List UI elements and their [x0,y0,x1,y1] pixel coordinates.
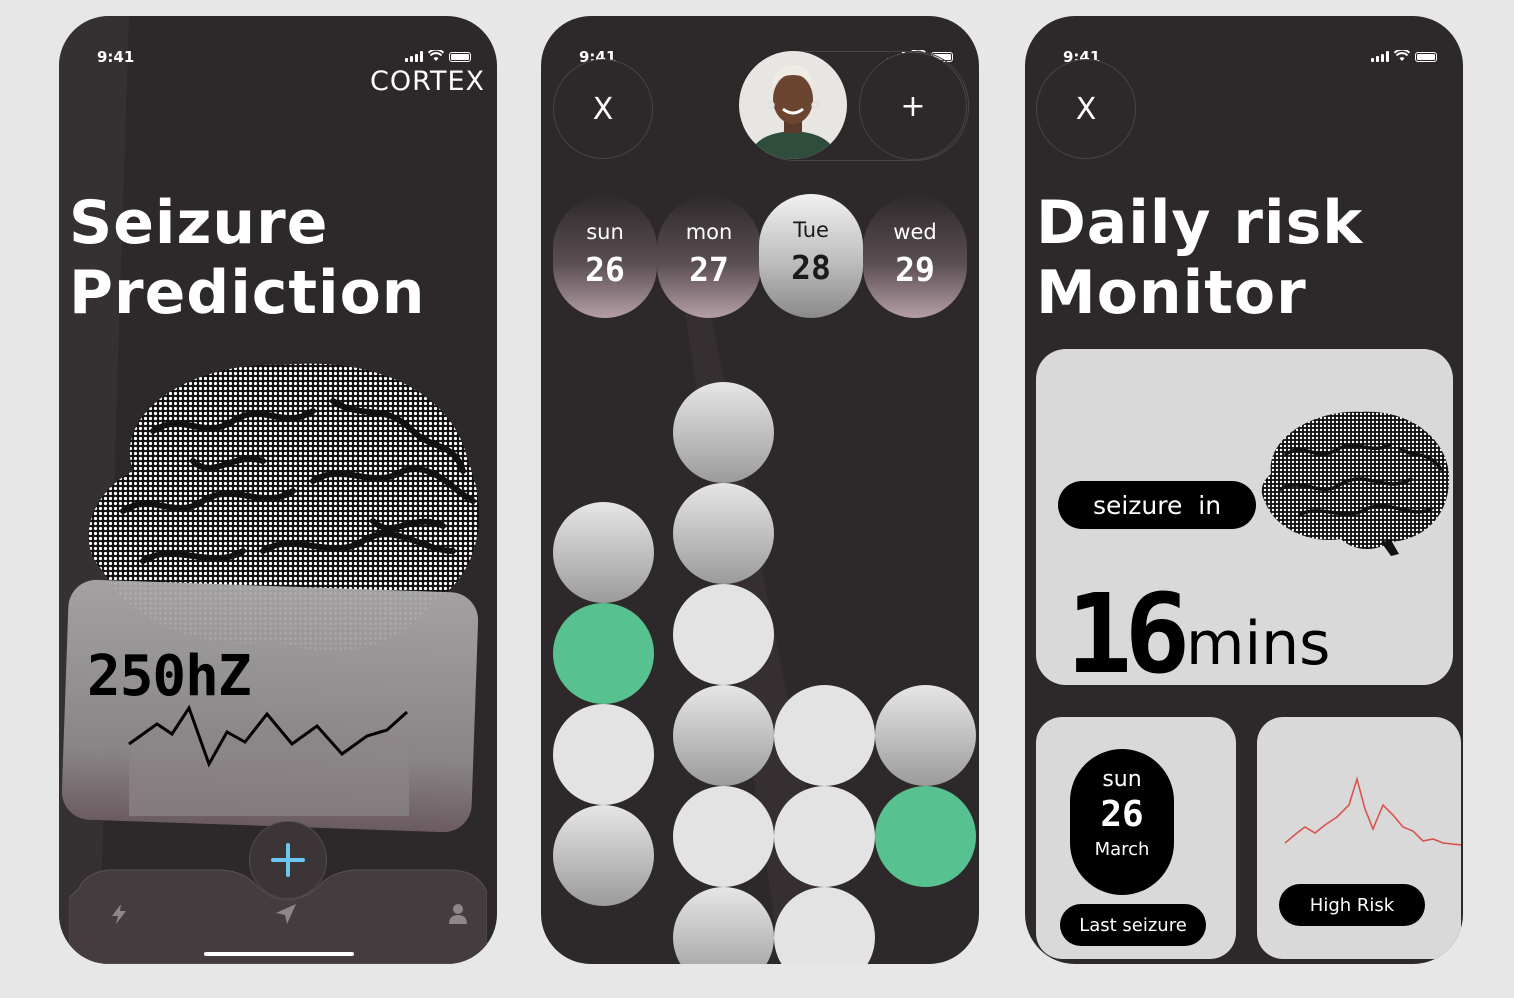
page-title: Seizure Prediction [69,188,426,328]
status-icons [405,50,471,62]
day-date: 26 [585,250,625,289]
frequency-wave-chart [128,704,409,816]
seizure-in-text: seizure in [1092,490,1222,520]
activity-dot[interactable] [673,382,774,483]
last-seizure-date-pill: sun 26 March [1070,749,1174,895]
last-seizure-day: sun [1102,767,1142,792]
day-name: sun [586,220,624,244]
activity-dot[interactable] [553,704,654,805]
phone-risk-monitor: 9:41 X Daily risk Monitor seizure in 16 … [1025,16,1463,964]
close-button[interactable]: X [1036,59,1136,159]
day-date: 27 [689,250,729,289]
day-name: Tue [793,218,829,242]
battery-icon [1415,52,1437,62]
status-time: 9:41 [97,48,135,66]
close-icon: X [1075,91,1097,127]
activity-dot[interactable] [553,603,654,704]
day-name: wed [893,220,937,244]
wifi-icon [428,50,444,61]
day-pill-sun[interactable]: sun 26 [553,196,657,318]
day-name: mon [685,220,733,244]
risk-trend-chart [1284,776,1461,846]
day-pill-wed[interactable]: wed 29 [863,196,967,318]
phone-seizure-prediction: 9:41 CORTEX Seizure Prediction 250hZ [59,16,497,964]
phone-calendar: 9:41 X + sun 26 mon 27 Tue 28 wed 29 [541,16,979,964]
activity-dot[interactable] [553,502,654,603]
battery-icon [449,52,471,62]
activity-dot[interactable] [875,786,976,887]
last-seizure-label: Last seizure [1060,904,1206,946]
avatar[interactable] [739,51,847,159]
activity-dot[interactable] [673,685,774,786]
title-line-2: Monitor [1036,258,1307,328]
day-pill-mon[interactable]: mon 27 [657,196,761,318]
day-date: 28 [791,248,831,287]
activity-dot[interactable] [673,483,774,584]
title-line-1: Daily risk [1036,188,1364,258]
high-risk-card[interactable]: High Risk [1257,717,1461,959]
activity-dot[interactable] [673,786,774,887]
close-icon: X [592,91,614,127]
plus-icon: + [900,88,926,124]
lightning-icon[interactable] [107,902,131,926]
title-line-2: Prediction [69,258,426,328]
signal-icon [405,51,423,62]
last-seizure-month: March [1094,839,1150,860]
last-seizure-text: Last seizure [1079,914,1187,936]
day-pill-tue[interactable]: Tue 28 [759,194,863,318]
add-button[interactable]: + [859,52,967,160]
avatar-photo [739,51,847,159]
minutes-unit: mins [1186,609,1331,679]
frequency-value: 250hZ [87,644,252,709]
activity-dot[interactable] [553,805,654,906]
brand-logo: CORTEX [370,66,485,97]
seizure-in-label: seizure in [1058,481,1256,529]
high-risk-label: High Risk [1279,884,1425,926]
navigation-arrow-icon[interactable] [274,902,298,926]
activity-dot[interactable] [774,685,875,786]
title-line-1: Seizure [69,188,329,258]
seizure-countdown-card: seizure in 16 mins [1036,349,1453,685]
home-indicator [204,952,354,956]
activity-dot[interactable] [673,584,774,685]
status-icons [1371,50,1437,62]
high-risk-text: High Risk [1309,894,1395,916]
signal-icon [1371,51,1389,62]
page-title: Daily risk Monitor [1036,188,1363,328]
add-fab-button[interactable] [249,821,327,899]
plus-icon [271,843,305,877]
activity-dot[interactable] [875,685,976,786]
activity-dot[interactable] [774,786,875,887]
wifi-icon [1394,50,1410,61]
day-date: 29 [895,250,935,289]
profile-icon[interactable] [446,902,470,926]
brain-illustration [1261,411,1450,556]
minutes-value: 16 [1066,570,1190,685]
last-seizure-date: 26 [1100,794,1144,835]
close-button[interactable]: X [553,59,653,159]
last-seizure-card[interactable]: sun 26 March Last seizure [1036,717,1236,959]
